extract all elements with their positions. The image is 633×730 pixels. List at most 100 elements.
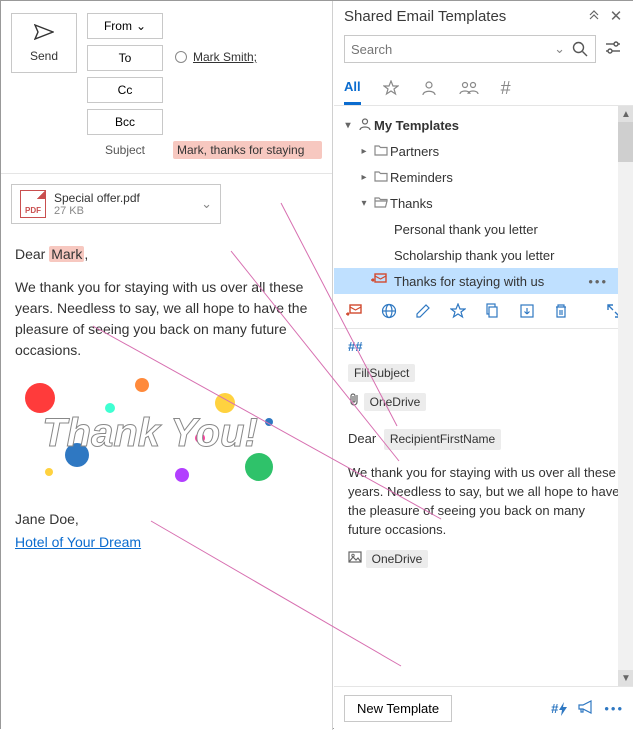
filter-row: All # bbox=[334, 71, 633, 106]
from-label: From bbox=[104, 19, 132, 33]
bcc-button[interactable]: Bcc bbox=[87, 109, 163, 135]
tree-label: Thanks for staying with us bbox=[394, 274, 588, 289]
bcc-field[interactable] bbox=[173, 119, 322, 125]
announce-icon[interactable] bbox=[578, 700, 594, 717]
tree-label: Partners bbox=[390, 144, 616, 159]
attachment-name: Special offer.pdf bbox=[54, 191, 140, 205]
scrollbar[interactable]: ▲ ▼ bbox=[618, 106, 633, 686]
search-icon[interactable] bbox=[571, 40, 589, 58]
star-icon[interactable] bbox=[450, 302, 467, 320]
settings-icon[interactable] bbox=[602, 41, 624, 58]
macro-onedrive-image: OneDrive bbox=[366, 550, 429, 568]
tree-label: My Templates bbox=[374, 118, 616, 133]
tree-item-scholarship[interactable]: Scholarship thank you letter bbox=[334, 242, 633, 268]
pane-title: Shared Email Templates bbox=[344, 8, 580, 25]
hash-label: # bbox=[551, 701, 558, 716]
template-preview: ## FillSubject OneDrive Dear RecipientFi… bbox=[334, 329, 633, 576]
caret-right-icon: ▸ bbox=[356, 146, 372, 157]
templates-pane: Shared Email Templates ✕ ⌄ All # bbox=[334, 1, 633, 730]
preview-hash: ## bbox=[348, 339, 620, 354]
attachment-icon bbox=[348, 394, 364, 409]
body-paragraph: We thank you for staying with us over al… bbox=[15, 277, 318, 361]
filter-tags[interactable]: # bbox=[501, 71, 511, 105]
search-box[interactable]: ⌄ bbox=[344, 35, 596, 63]
message-body[interactable]: Dear Mark, We thank you for staying with… bbox=[1, 228, 332, 730]
folder-icon bbox=[372, 170, 390, 185]
preview-greeting: Dear RecipientFirstName bbox=[348, 429, 620, 454]
more-icon[interactable]: ••• bbox=[604, 701, 624, 716]
tree-item-personal[interactable]: Personal thank you letter bbox=[334, 216, 633, 242]
tree-label: Scholarship thank you letter bbox=[394, 248, 616, 263]
filter-all[interactable]: All bbox=[344, 71, 361, 105]
pane-footer: New Template # ••• bbox=[334, 686, 633, 730]
tree-partners[interactable]: ▸ Partners bbox=[334, 138, 633, 164]
greeting-suffix: , bbox=[84, 246, 88, 262]
new-template-button[interactable]: New Template bbox=[344, 695, 452, 722]
templates-tree: ▲ ▼ ▾ My Templates ▸ Partners ▸ Reminder… bbox=[334, 106, 633, 686]
to-button[interactable]: To bbox=[87, 45, 163, 71]
copy-icon[interactable] bbox=[484, 302, 501, 320]
filter-person[interactable] bbox=[421, 71, 437, 105]
chevron-down-icon[interactable]: ⌄ bbox=[554, 41, 565, 57]
more-icon[interactable]: ••• bbox=[588, 274, 616, 289]
chevron-down-icon: ⌄ bbox=[136, 19, 146, 33]
caret-down-icon: ▾ bbox=[340, 120, 356, 131]
from-value[interactable] bbox=[173, 23, 322, 29]
cc-button[interactable]: Cc bbox=[87, 77, 163, 103]
tree-my-templates[interactable]: ▾ My Templates bbox=[334, 112, 633, 138]
template-insert-icon bbox=[370, 273, 388, 290]
caret-right-icon: ▸ bbox=[356, 172, 372, 183]
send-button[interactable]: Send bbox=[11, 13, 77, 73]
hash-bolt-icon[interactable]: # bbox=[551, 701, 568, 716]
template-actions bbox=[334, 294, 633, 329]
recipient-name: Mark Smith; bbox=[193, 50, 257, 64]
import-icon[interactable] bbox=[519, 302, 536, 320]
recipient-chip[interactable]: Mark Smith; bbox=[175, 50, 257, 64]
edit-icon[interactable] bbox=[415, 302, 432, 320]
tree-label: Thanks bbox=[390, 196, 616, 211]
filter-favorites[interactable] bbox=[383, 71, 399, 105]
chevron-down-icon[interactable]: ⌄ bbox=[201, 196, 212, 212]
preview-dear: Dear bbox=[348, 431, 376, 446]
compose-pane: Send From ⌄ To Mark Smith; bbox=[1, 1, 333, 730]
attachment-info: Special offer.pdf 27 KB bbox=[54, 191, 193, 217]
pdf-icon: PDF bbox=[20, 190, 46, 218]
thankyou-image: Thank You! bbox=[15, 373, 285, 493]
macro-onedrive: OneDrive bbox=[364, 393, 427, 411]
caret-down-icon: ▾ bbox=[356, 198, 372, 209]
pane-titlebar: Shared Email Templates ✕ bbox=[334, 1, 633, 31]
folder-open-icon bbox=[372, 196, 390, 211]
folder-icon bbox=[372, 144, 390, 159]
close-icon[interactable]: ✕ bbox=[608, 7, 624, 25]
filter-team[interactable] bbox=[459, 71, 479, 105]
insert-icon[interactable] bbox=[346, 302, 363, 320]
search-row: ⌄ bbox=[334, 31, 633, 71]
scroll-down-icon[interactable]: ▼ bbox=[618, 670, 633, 686]
subject-field[interactable]: Mark, thanks for staying bbox=[173, 141, 322, 159]
attachment-card[interactable]: PDF Special offer.pdf 27 KB ⌄ bbox=[11, 184, 221, 224]
thankyou-text: Thank You! bbox=[42, 403, 258, 463]
send-icon bbox=[34, 24, 54, 45]
subject-label: Subject bbox=[87, 143, 163, 157]
scroll-up-icon[interactable]: ▲ bbox=[618, 106, 633, 122]
greeting-prefix: Dear bbox=[15, 246, 49, 262]
tree-reminders[interactable]: ▸ Reminders bbox=[334, 164, 633, 190]
compose-fields: From ⌄ To Mark Smith; Cc Bcc bbox=[87, 13, 322, 165]
tree-item-thanks-staying[interactable]: Thanks for staying with us ••• bbox=[334, 268, 633, 294]
delete-icon[interactable] bbox=[553, 302, 570, 320]
send-label: Send bbox=[30, 49, 58, 63]
tree-label: Reminders bbox=[390, 170, 616, 185]
from-button[interactable]: From ⌄ bbox=[87, 13, 163, 39]
popout-icon[interactable] bbox=[586, 8, 602, 25]
scroll-thumb[interactable] bbox=[618, 122, 633, 162]
globe-icon[interactable] bbox=[381, 302, 398, 320]
person-icon bbox=[356, 117, 374, 134]
attachment-size: 27 KB bbox=[54, 205, 193, 217]
to-field[interactable]: Mark Smith; bbox=[173, 47, 322, 69]
hotel-link[interactable]: Hotel of Your Dream bbox=[15, 534, 141, 550]
cc-field[interactable] bbox=[173, 87, 322, 93]
search-input[interactable] bbox=[351, 42, 548, 57]
tree-thanks[interactable]: ▾ Thanks bbox=[334, 190, 633, 216]
compose-header: Send From ⌄ To Mark Smith; bbox=[1, 1, 332, 174]
greeting-name: Mark bbox=[49, 246, 84, 262]
